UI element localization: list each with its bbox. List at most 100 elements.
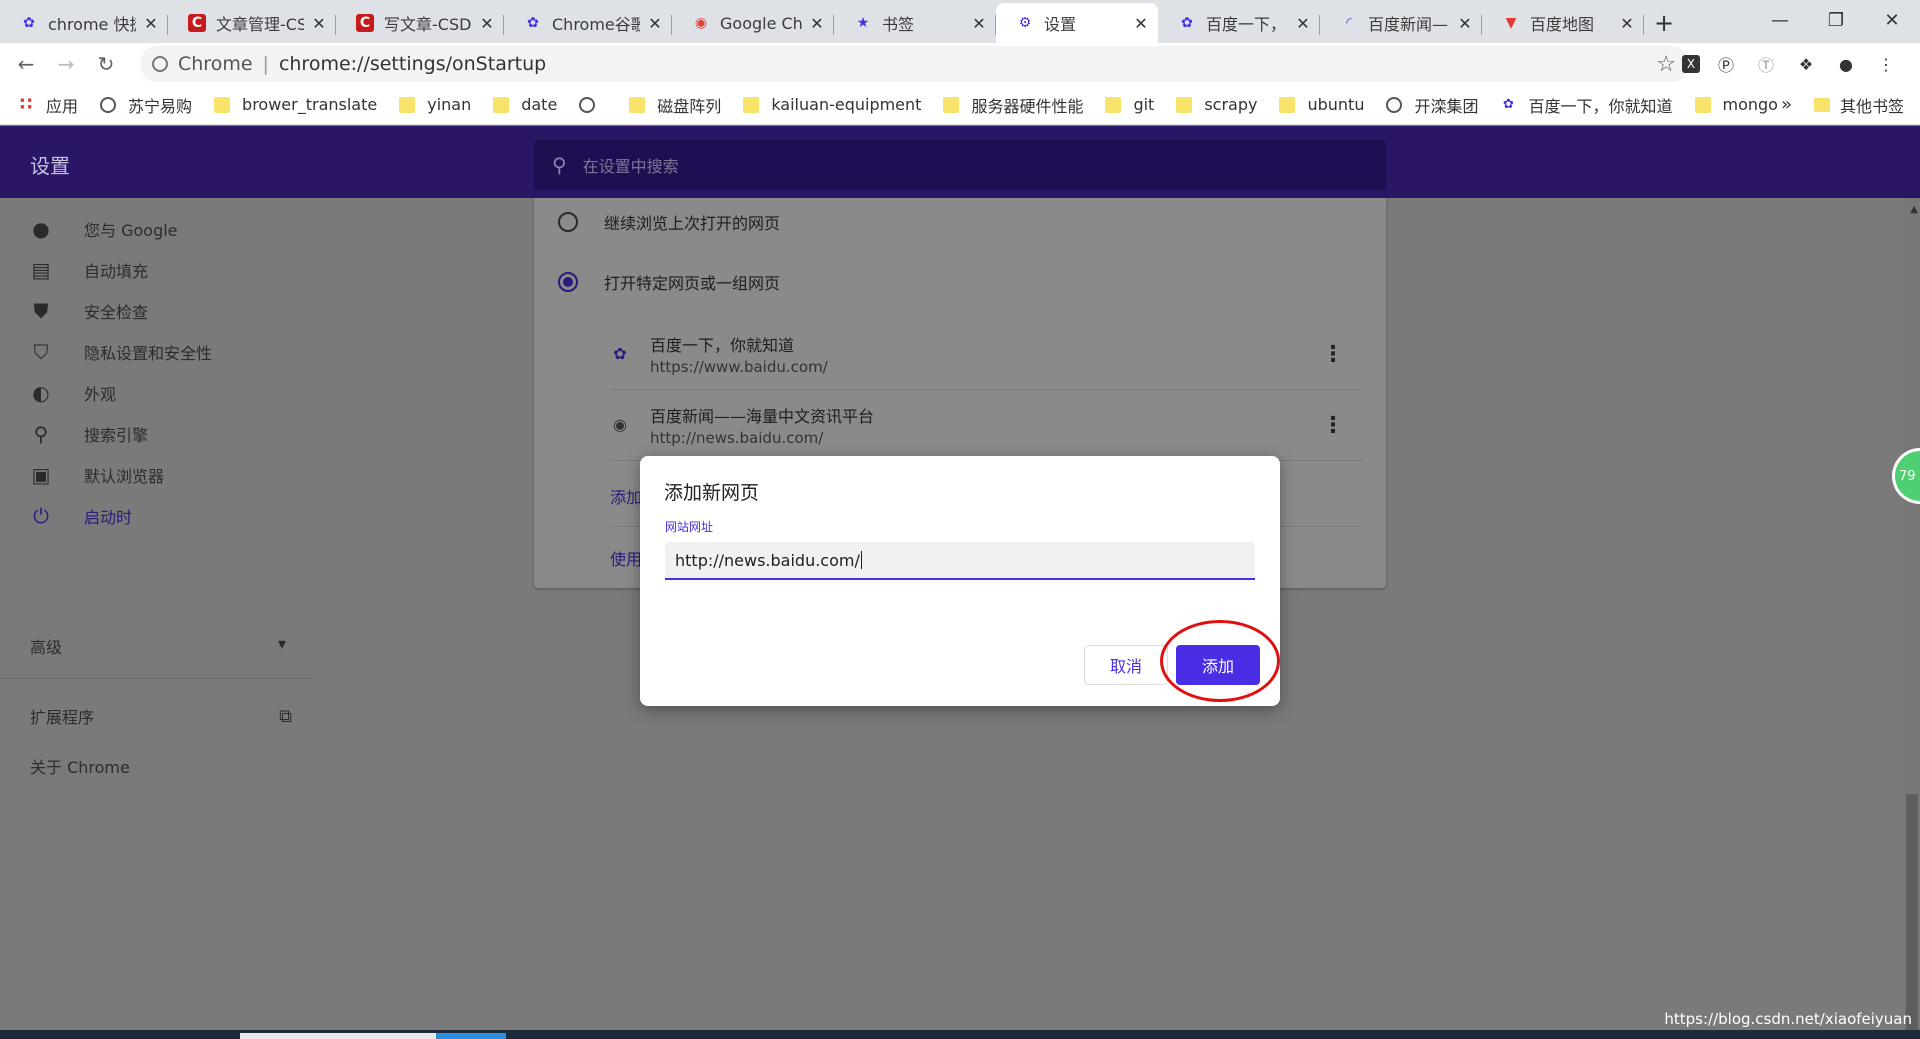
- minimize-button[interactable]: —: [1752, 0, 1808, 40]
- radio-continue[interactable]: [558, 212, 578, 232]
- close-tab-icon[interactable]: ✕: [1618, 14, 1636, 33]
- bookmark-item[interactable]: ∷ 应用: [18, 93, 78, 117]
- tab-2[interactable]: C 写文章-CSD ✕: [336, 3, 504, 43]
- bookmark-star-icon[interactable]: ☆: [1656, 52, 1676, 77]
- taskbar: [0, 1030, 1920, 1039]
- bookmark-label: yinan: [427, 95, 472, 114]
- tab-8[interactable]: ◜ 百度新闻— ✕: [1320, 3, 1482, 43]
- close-tab-icon[interactable]: ✕: [1456, 14, 1474, 33]
- bookmark-label: 开滦集团: [1414, 96, 1479, 116]
- more-actions-icon[interactable]: ⋮: [1322, 342, 1344, 367]
- folder-icon: [493, 96, 510, 113]
- sidebar-item-7[interactable]: ⏻ 启动时: [28, 503, 132, 529]
- tab-5[interactable]: ★ 书签 ✕: [834, 3, 996, 43]
- startup-page-item: ✿ 百度一下，你就知道 https://www.baidu.com/ ⋮: [610, 320, 1362, 390]
- close-tab-icon[interactable]: ✕: [808, 14, 826, 33]
- bookmark-item[interactable]: [579, 96, 607, 113]
- bookmark-label: 服务器硬件性能: [971, 96, 1084, 116]
- close-window-button[interactable]: ✕: [1864, 0, 1920, 40]
- bookmark-item[interactable]: yinan: [399, 95, 471, 114]
- sidebar-advanced[interactable]: 高级 ▾: [30, 634, 290, 658]
- sidebar-item-label: 搜索引擎: [84, 426, 149, 445]
- startup-page-title: 百度一下，你就知道: [650, 336, 795, 355]
- settings-search-input[interactable]: ⚲ 在设置中搜索: [534, 140, 1386, 190]
- taskbar-item[interactable]: [240, 1033, 436, 1039]
- sidebar-item-0[interactable]: ● 您与 Google: [28, 216, 177, 242]
- sidebar-item-1[interactable]: ▤ 自动填充: [28, 257, 148, 283]
- bookmark-item[interactable]: 服务器硬件性能: [943, 93, 1083, 117]
- window-controls: — ❐ ✕: [1752, 0, 1920, 40]
- close-tab-icon[interactable]: ✕: [478, 14, 496, 33]
- close-tab-icon[interactable]: ✕: [646, 14, 664, 33]
- tab-7[interactable]: ✿ 百度一下， ✕: [1158, 3, 1320, 43]
- bookmark-item[interactable]: ✿ 百度一下，你就知道: [1500, 93, 1672, 117]
- sidebar-item-label: 启动时: [84, 508, 133, 527]
- bookmark-item[interactable]: kailuan-equipment: [743, 95, 921, 114]
- cancel-button[interactable]: 取消: [1084, 645, 1168, 685]
- browser-icon: ▣: [31, 463, 51, 487]
- bookmark-item[interactable]: 开滦集团: [1386, 93, 1478, 117]
- site-url-input[interactable]: http://news.baidu.com/: [665, 542, 1255, 580]
- sidebar-item-2[interactable]: ⛊ 安全检查: [28, 298, 149, 324]
- xpath-extension-icon[interactable]: X: [1682, 55, 1700, 73]
- sidebar-item-3[interactable]: ⛉ 隐私设置和安全性: [28, 339, 213, 365]
- bookmark-item[interactable]: git: [1105, 95, 1154, 114]
- back-button[interactable]: ←: [6, 44, 46, 84]
- bookmark-item[interactable]: brower_translate: [214, 95, 377, 114]
- new-tab-button[interactable]: +: [1644, 3, 1684, 43]
- scroll-up-arrow-icon[interactable]: ▲: [1910, 204, 1918, 215]
- floating-badge[interactable]: 79: [1892, 448, 1920, 504]
- close-tab-icon[interactable]: ✕: [1132, 14, 1150, 33]
- tab-4[interactable]: ◉ Google Chr ✕: [672, 3, 834, 43]
- bookmark-item[interactable]: scrapy: [1176, 95, 1257, 114]
- reload-button[interactable]: ↻: [86, 44, 126, 84]
- page-scrollbar[interactable]: ▲: [1904, 198, 1920, 1030]
- tab-9[interactable]: ▼ 百度地图 ✕: [1482, 3, 1644, 43]
- radio-continue-row[interactable]: 继续浏览上次打开的网页: [558, 210, 780, 234]
- other-bookmarks[interactable]: 其他书签: [1813, 93, 1904, 117]
- radio-specific-row[interactable]: 打开特定网页或一组网页: [558, 270, 780, 294]
- radio-specific-label: 打开特定网页或一组网页: [604, 274, 781, 293]
- close-tab-icon[interactable]: ✕: [970, 14, 988, 33]
- globe-icon: [100, 96, 117, 113]
- restore-button[interactable]: ❐: [1808, 0, 1864, 40]
- bookmark-label: ubuntu: [1307, 95, 1365, 114]
- close-tab-icon[interactable]: ✕: [1294, 14, 1312, 33]
- close-tab-icon[interactable]: ✕: [142, 14, 160, 33]
- menu-kebab-icon[interactable]: ⋮: [1872, 50, 1900, 78]
- forward-button[interactable]: →: [46, 44, 86, 84]
- profile-avatar-icon[interactable]: ●: [1832, 50, 1860, 78]
- sidebar-about-chrome[interactable]: 关于 Chrome: [30, 754, 130, 778]
- sidebar-item-4[interactable]: ◐ 外观: [28, 380, 116, 406]
- taskbar-item[interactable]: [436, 1033, 506, 1039]
- tab-strip: ✿ chrome 快捷 ✕ C 文章管理-CS ✕ C 写文章-CSD ✕ ✿ Chrome谷歌 ✕ ◉…: [0, 0, 1920, 43]
- sidebar-item-label: 安全检查: [84, 303, 149, 322]
- ublock-extension-icon[interactable]: Ⓣ: [1752, 50, 1780, 78]
- tab-3[interactable]: ✿ Chrome谷歌 ✕: [504, 3, 672, 43]
- sidebar-item-5[interactable]: ⚲ 搜索引擎: [28, 421, 148, 447]
- tab-6[interactable]: ⚙ 设置 ✕: [996, 3, 1158, 43]
- bookmark-label: scrapy: [1204, 95, 1258, 114]
- bookmarks-overflow-button[interactable]: »: [1781, 94, 1792, 115]
- sidebar-extensions-link[interactable]: 扩展程序 ⧉: [30, 704, 292, 728]
- tab-0[interactable]: ✿ chrome 快捷 ✕: [0, 3, 168, 43]
- radio-specific[interactable]: [558, 272, 578, 292]
- open-in-new-icon: ⧉: [279, 705, 292, 727]
- scroll-thumb[interactable]: [1906, 794, 1918, 1030]
- more-actions-icon[interactable]: ⋮: [1322, 413, 1344, 438]
- bookmark-item[interactable]: mongo: [1694, 95, 1778, 114]
- browser-window: ✿ chrome 快捷 ✕ C 文章管理-CS ✕ C 写文章-CSD ✕ ✿ Chrome谷歌 ✕ ◉…: [0, 0, 1920, 1039]
- bookmark-label: brower_translate: [242, 95, 378, 114]
- puzzle-extensions-icon[interactable]: ❖: [1792, 50, 1820, 78]
- bookmark-item[interactable]: ubuntu: [1279, 95, 1364, 114]
- close-tab-icon[interactable]: ✕: [310, 14, 328, 33]
- tab-1[interactable]: C 文章管理-CS ✕: [168, 3, 336, 43]
- site-url-value: http://news.baidu.com/: [675, 550, 860, 570]
- bookmark-item[interactable]: date: [493, 95, 557, 114]
- address-bar[interactable]: Chrome | chrome://settings/onStartup ☆: [140, 46, 1690, 82]
- bookmark-item[interactable]: 苏宁易购: [100, 93, 192, 117]
- extension-circle-icon[interactable]: Ⓟ: [1712, 50, 1740, 78]
- bookmark-item[interactable]: 磁盘阵列: [629, 93, 721, 117]
- apps-grid-icon: ∷: [19, 94, 33, 115]
- sidebar-item-6[interactable]: ▣ 默认浏览器: [28, 462, 164, 488]
